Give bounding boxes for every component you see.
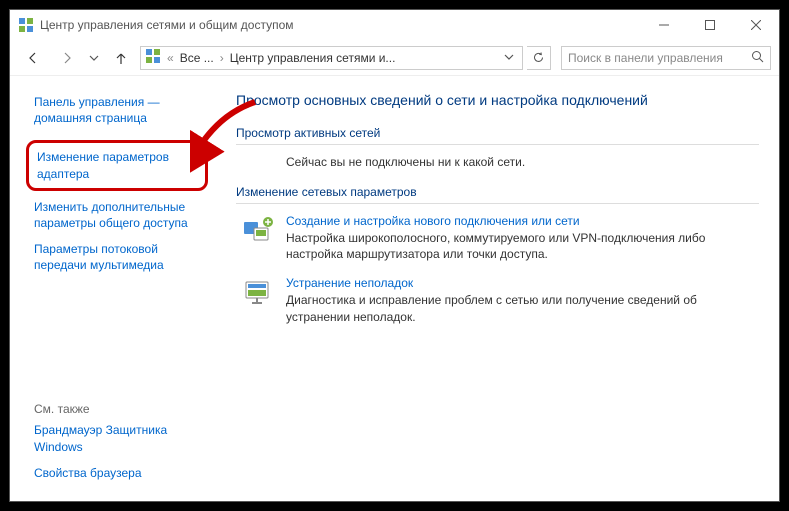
- address-bar[interactable]: « Все ... › Центр управления сетями и...: [140, 46, 523, 70]
- forward-button[interactable]: [52, 43, 82, 73]
- search-box[interactable]: Поиск в панели управления: [561, 46, 771, 70]
- sidebar-firewall-link[interactable]: Брандмауэр Защитника Windows: [34, 422, 208, 454]
- chevron-right-icon: ›: [220, 51, 224, 65]
- page-title: Просмотр основных сведений о сети и наст…: [236, 92, 759, 108]
- sidebar-home-link[interactable]: Панель управления — домашняя страница: [34, 94, 208, 126]
- recent-button[interactable]: [86, 43, 102, 73]
- titlebar: Центр управления сетями и общим доступом: [10, 10, 779, 40]
- back-button[interactable]: [18, 43, 48, 73]
- highlight-annotation: Изменение параметров адаптера: [26, 140, 208, 190]
- no-network-message: Сейчас вы не подключены ни к какой сети.: [286, 155, 759, 169]
- up-button[interactable]: [106, 43, 136, 73]
- chevron-left-icon: «: [167, 51, 174, 65]
- content-pane: Просмотр основных сведений о сети и наст…: [220, 76, 779, 501]
- address-dropdown-icon[interactable]: [500, 51, 518, 65]
- search-placeholder: Поиск в панели управления: [568, 51, 723, 65]
- app-icon: [18, 17, 34, 33]
- change-settings-heading: Изменение сетевых параметров: [236, 185, 759, 199]
- new-connection-icon: [242, 214, 274, 246]
- task-troubleshoot: Устранение неполадок Диагностика и испра…: [242, 276, 759, 324]
- divider: [236, 144, 759, 145]
- sidebar-inet-link[interactable]: Свойства браузера: [34, 465, 208, 481]
- sidebar-adapter-link[interactable]: Изменение параметров адаптера: [37, 149, 197, 181]
- window-frame: Центр управления сетями и общим доступом…: [9, 9, 780, 502]
- active-networks-heading: Просмотр активных сетей: [236, 126, 759, 140]
- breadcrumb-part2[interactable]: Центр управления сетями и...: [230, 51, 396, 65]
- address-icon: [145, 48, 161, 67]
- window-title: Центр управления сетями и общим доступом: [40, 18, 641, 32]
- task-troubleshoot-desc: Диагностика и исправление проблем с сеть…: [286, 292, 759, 324]
- maximize-button[interactable]: [687, 10, 733, 40]
- see-also-heading: См. также: [34, 402, 208, 416]
- sidebar-streaming-link[interactable]: Параметры потоковой передачи мультимедиа: [34, 241, 208, 273]
- close-button[interactable]: [733, 10, 779, 40]
- refresh-button[interactable]: [527, 46, 551, 70]
- window-buttons: [641, 10, 779, 40]
- task-new-connection-desc: Настройка широкополосного, коммутируемог…: [286, 230, 759, 262]
- divider: [236, 203, 759, 204]
- body: Панель управления — домашняя страница Из…: [10, 76, 779, 501]
- minimize-button[interactable]: [641, 10, 687, 40]
- task-new-connection: Создание и настройка нового подключения …: [242, 214, 759, 262]
- nav-row: « Все ... › Центр управления сетями и...…: [10, 40, 779, 76]
- sidebar: Панель управления — домашняя страница Из…: [10, 76, 220, 501]
- breadcrumb-part1[interactable]: Все ...: [180, 51, 214, 65]
- troubleshoot-icon: [242, 276, 274, 308]
- task-new-connection-link[interactable]: Создание и настройка нового подключения …: [286, 214, 580, 228]
- task-troubleshoot-link[interactable]: Устранение неполадок: [286, 276, 413, 290]
- search-icon: [751, 50, 764, 66]
- sidebar-sharing-link[interactable]: Изменить дополнительные параметры общего…: [34, 199, 208, 231]
